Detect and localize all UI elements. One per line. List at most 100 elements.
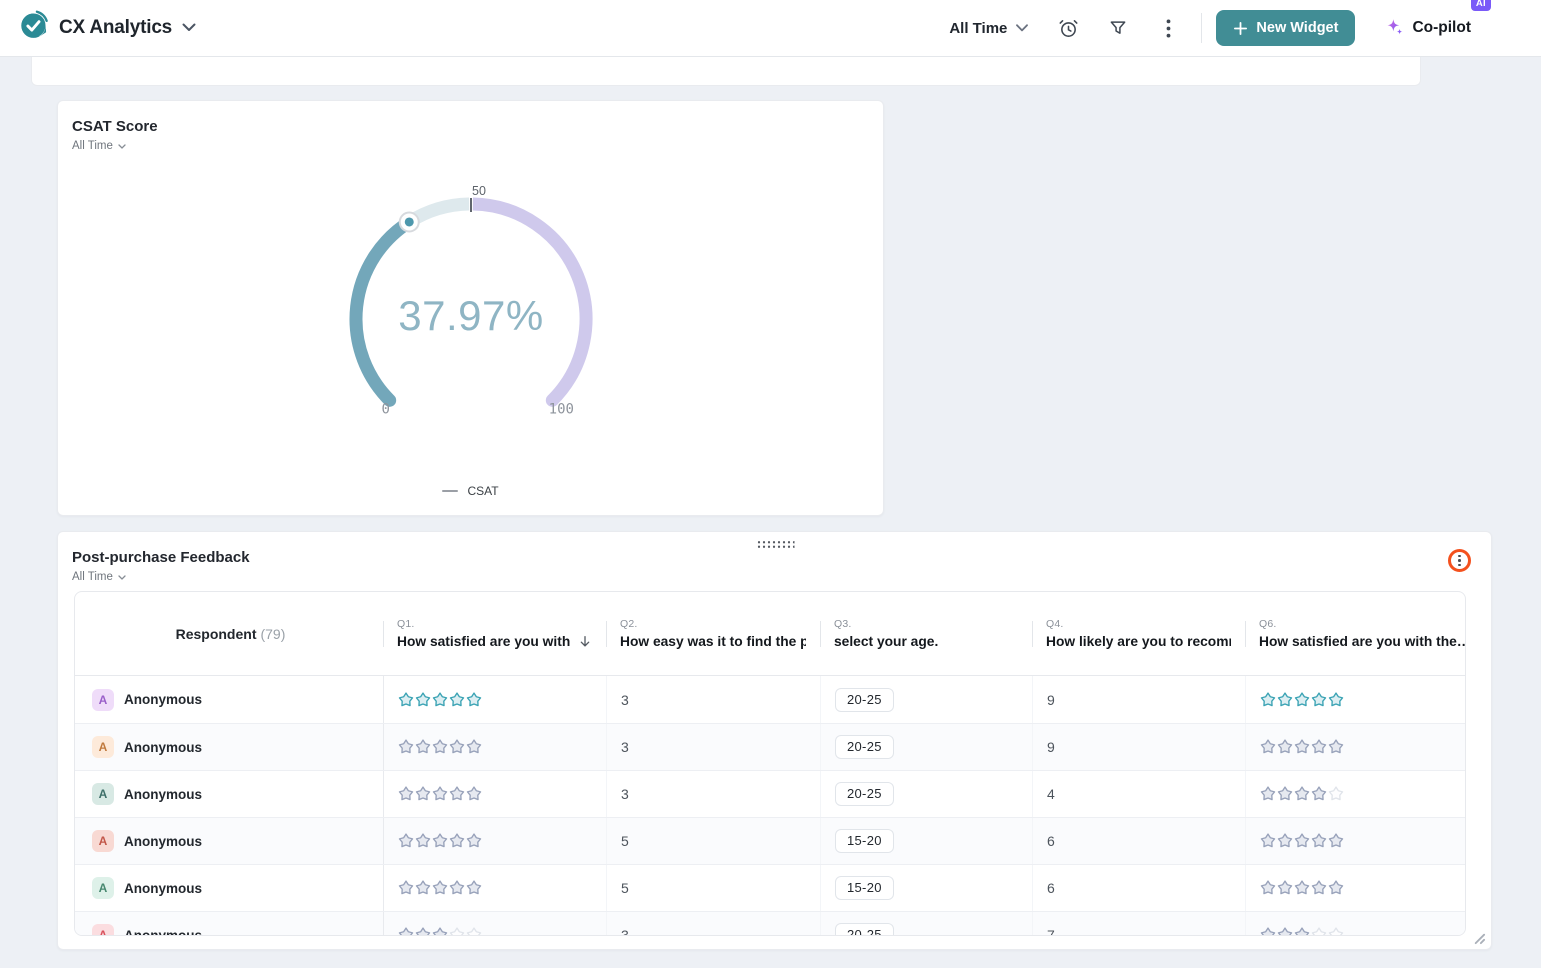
star-icon [1294, 927, 1310, 936]
star-rating [398, 833, 482, 849]
feedback-time-filter[interactable]: All Time [72, 571, 126, 583]
avatar: A [92, 783, 114, 805]
star-icon [1260, 880, 1276, 896]
age-chip: 20-25 [835, 688, 894, 712]
star-icon [415, 739, 431, 755]
star-icon [449, 786, 465, 802]
table-row[interactable]: AAnonymous320-257 [75, 911, 1465, 936]
avatar: A [92, 689, 114, 711]
app-switcher-chevron-icon[interactable] [182, 19, 196, 37]
star-icon [1311, 786, 1327, 802]
star-rating [398, 692, 482, 708]
sparkle-icon [1385, 18, 1405, 38]
respondent-cell: AAnonymous [75, 676, 383, 723]
star-icon [1277, 786, 1293, 802]
q3-answer-cell: 20-25 [820, 724, 1032, 770]
table-row[interactable]: AAnonymous 5 15-20 6 [75, 817, 1465, 864]
age-chip: 20-25 [835, 735, 894, 759]
q6-rating-cell [1245, 771, 1465, 817]
star-rating [1260, 927, 1344, 936]
q1-rating-cell [383, 912, 606, 936]
age-chip: 15-20 [835, 829, 894, 853]
global-time-filter-label: All Time [949, 20, 1007, 37]
star-rating [398, 927, 482, 936]
answer-value: 3 [621, 692, 629, 708]
star-icon [1277, 880, 1293, 896]
star-icon [398, 927, 414, 936]
widget-menu-button[interactable] [1448, 549, 1471, 572]
star-icon [1311, 692, 1327, 708]
alarm-clock-icon[interactable] [1056, 16, 1080, 40]
star-icon [432, 692, 448, 708]
column-header-respondent[interactable]: Respondent(79) [75, 592, 383, 675]
feedback-table-body: AAnonymous320-259AAnonymous320-259AAnony… [75, 676, 1465, 936]
respondent-name: Anonymous [124, 787, 202, 802]
answer-value: 5 [621, 833, 629, 849]
table-row[interactable]: AAnonymous515-206 [75, 864, 1465, 911]
top-bar-actions: All Time [949, 10, 1471, 46]
column-header-q4[interactable]: Q4. How likely are you to recomm… [1032, 592, 1245, 675]
star-icon [1260, 786, 1276, 802]
age-chip: 20-25 [835, 782, 894, 806]
column-header-q6[interactable]: Q6. How satisfied are you with the… [1245, 592, 1466, 675]
star-icon [398, 739, 414, 755]
star-rating [1260, 833, 1344, 849]
respondent-cell: AAnonymous [75, 818, 383, 864]
avatar: A [92, 877, 114, 899]
star-icon [1277, 692, 1293, 708]
q6-rating-cell [1245, 818, 1465, 864]
column-header-q1[interactable]: Q1. How satisfied are you with … [383, 592, 606, 675]
csat-time-filter[interactable]: All Time [72, 140, 126, 152]
feedback-widget-title: Post-purchase Feedback [72, 549, 250, 566]
star-icon [432, 739, 448, 755]
star-icon [415, 927, 431, 936]
global-time-filter[interactable]: All Time [949, 20, 1028, 37]
funnel-filter-icon[interactable] [1106, 16, 1130, 40]
q3-answer-cell: 20-25 [820, 676, 1032, 723]
answer-value: 6 [1047, 833, 1055, 849]
star-icon [1311, 739, 1327, 755]
kebab-menu-icon[interactable] [1156, 16, 1180, 40]
star-icon [466, 833, 482, 849]
q4-answer-cell: 7 [1032, 912, 1245, 936]
q1-rating-cell [383, 724, 606, 770]
gauge-legend-item[interactable]: CSAT [58, 484, 883, 498]
column-header-q2[interactable]: Q2. How easy was it to find the pr… [606, 592, 820, 675]
star-icon [1294, 692, 1310, 708]
legend-dash-icon [442, 490, 458, 493]
star-icon [1277, 739, 1293, 755]
respondent-cell: AAnonymous [75, 865, 383, 911]
svg-text:0: 0 [381, 401, 389, 417]
chevron-down-icon [118, 144, 126, 149]
q2-answer-cell: 3 [606, 724, 820, 770]
answer-value: 9 [1047, 692, 1055, 708]
q2-answer-cell: 5 [606, 865, 820, 911]
widget-drag-handle-icon[interactable] [755, 539, 794, 548]
sort-descending-icon[interactable] [578, 634, 592, 649]
respondent-name: Anonymous [124, 740, 202, 755]
toolbar-divider [1201, 13, 1202, 43]
table-row[interactable]: AAnonymous 3 20-25 9 [75, 676, 1465, 723]
table-row[interactable]: AAnonymous320-254 [75, 770, 1465, 817]
q2-answer-cell: 3 [606, 676, 820, 723]
respondent-cell: A Anonymous [75, 771, 383, 817]
feedback-table-header: Respondent(79) Q1. How satisfied are you… [75, 592, 1465, 676]
star-icon [1328, 880, 1344, 896]
copilot-button[interactable]: Co-pilot AI [1385, 18, 1471, 38]
respondent-name: Anonymous [124, 834, 202, 849]
page: CX Analytics All Time [0, 0, 1541, 968]
feedback-widget: Post-purchase Feedback All Time Responde… [57, 531, 1492, 950]
table-row[interactable]: AAnonymous320-259 [75, 723, 1465, 770]
q4-answer-cell: 9 [1032, 724, 1245, 770]
star-icon [466, 927, 482, 936]
q4-answer-cell: 9 [1032, 676, 1245, 723]
answer-value: 5 [621, 880, 629, 896]
app-brand[interactable]: CX Analytics [18, 10, 196, 46]
widget-resize-handle-icon[interactable] [1471, 930, 1486, 945]
star-rating [398, 786, 482, 802]
q1-rating-cell [383, 865, 606, 911]
q6-rating-cell [1245, 912, 1465, 936]
new-widget-button[interactable]: New Widget [1216, 10, 1355, 46]
column-header-q3[interactable]: Q3. select your age. [820, 592, 1032, 675]
q1-rating-cell [383, 818, 606, 864]
